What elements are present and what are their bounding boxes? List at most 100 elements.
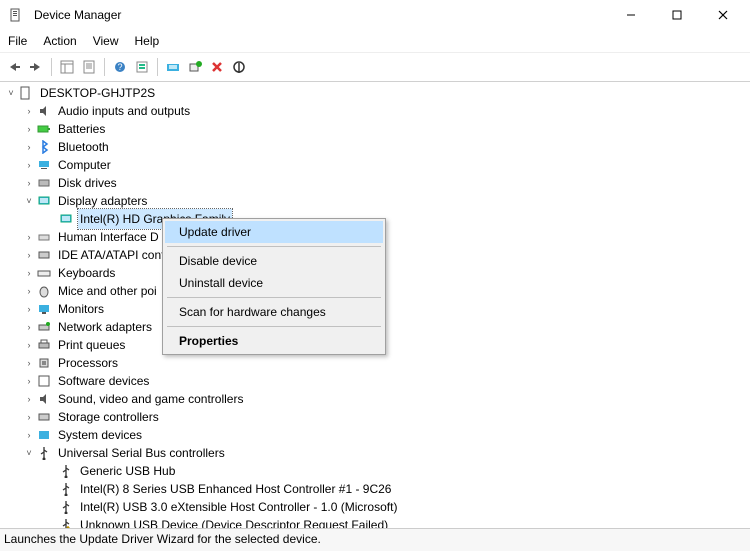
display-adapter-icon	[58, 211, 74, 227]
expander-none-icon	[44, 482, 58, 496]
toolbar: ?	[0, 53, 750, 82]
menu-view[interactable]: View	[93, 34, 119, 48]
maximize-button[interactable]	[654, 0, 700, 30]
scan-hardware-button[interactable]	[185, 57, 205, 77]
context-update-driver[interactable]: Update driver	[165, 221, 383, 243]
expander-none-icon	[44, 518, 58, 528]
computer-root-icon	[18, 85, 34, 101]
category-system[interactable]: › System devices	[4, 426, 750, 444]
tree-root[interactable]: ˅ DESKTOP-GHJTP2S	[4, 84, 750, 102]
category-audio[interactable]: › Audio inputs and outputs	[4, 102, 750, 120]
category-storage[interactable]: › Storage controllers	[4, 408, 750, 426]
category-label: Mice and other poi	[56, 281, 159, 301]
svg-text:?: ?	[117, 62, 122, 72]
category-label: IDE ATA/ATAPI cont	[56, 245, 166, 265]
category-label: Monitors	[56, 299, 106, 319]
expander-open-icon[interactable]: ˅	[22, 446, 36, 460]
expander-closed-icon[interactable]: ›	[22, 104, 36, 118]
category-computer[interactable]: › Computer	[4, 156, 750, 174]
category-label: Network adapters	[56, 317, 154, 337]
category-label: Software devices	[56, 371, 151, 391]
sound-icon	[36, 391, 52, 407]
show-hide-tree-button[interactable]	[57, 57, 77, 77]
action-tool-button[interactable]	[132, 57, 152, 77]
category-processors[interactable]: › Processors	[4, 354, 750, 372]
category-label: Bluetooth	[56, 137, 111, 157]
category-disk[interactable]: › Disk drives	[4, 174, 750, 192]
usb-warning-icon: !	[58, 517, 74, 528]
menu-action[interactable]: Action	[43, 34, 76, 48]
menu-separator	[167, 246, 381, 247]
category-label: Disk drives	[56, 173, 119, 193]
menu-separator	[167, 326, 381, 327]
menu-help[interactable]: Help	[135, 34, 160, 48]
expander-closed-icon[interactable]: ›	[22, 338, 36, 352]
expander-closed-icon[interactable]: ›	[22, 356, 36, 370]
category-label: Storage controllers	[56, 407, 161, 427]
expander-closed-icon[interactable]: ›	[22, 320, 36, 334]
software-icon	[36, 373, 52, 389]
expander-closed-icon[interactable]: ›	[22, 392, 36, 406]
uninstall-device-button[interactable]	[207, 57, 227, 77]
category-batteries[interactable]: › Batteries	[4, 120, 750, 138]
device-intel-xhci[interactable]: Intel(R) USB 3.0 eXtensible Host Control…	[4, 498, 750, 516]
category-label: Human Interface D	[56, 227, 161, 247]
category-usb[interactable]: ˅ Universal Serial Bus controllers	[4, 444, 750, 462]
mouse-icon	[36, 283, 52, 299]
device-tree[interactable]: ˅ DESKTOP-GHJTP2S › Audio inputs and out…	[0, 82, 750, 528]
bluetooth-icon	[36, 139, 52, 155]
monitor-icon	[36, 301, 52, 317]
properties-button[interactable]	[79, 57, 99, 77]
context-properties[interactable]: Properties	[165, 330, 383, 352]
window-title: Device Manager	[34, 8, 121, 22]
expander-open-icon[interactable]: ˅	[22, 194, 36, 208]
device-label: Generic USB Hub	[78, 461, 177, 481]
device-generic-usb-hub[interactable]: Generic USB Hub	[4, 462, 750, 480]
category-label: Audio inputs and outputs	[56, 101, 192, 121]
category-bluetooth[interactable]: › Bluetooth	[4, 138, 750, 156]
expander-closed-icon[interactable]: ›	[22, 428, 36, 442]
keyboard-icon	[36, 265, 52, 281]
update-driver-button[interactable]	[163, 57, 183, 77]
expander-open-icon[interactable]: ˅	[4, 86, 18, 100]
category-sound[interactable]: › Sound, video and game controllers	[4, 390, 750, 408]
expander-closed-icon[interactable]: ›	[22, 176, 36, 190]
root-label: DESKTOP-GHJTP2S	[38, 83, 157, 103]
category-label: Display adapters	[56, 191, 149, 211]
help-button[interactable]: ?	[110, 57, 130, 77]
context-scan-hardware[interactable]: Scan for hardware changes	[165, 301, 383, 323]
menu-file[interactable]: File	[8, 34, 27, 48]
usb-icon	[36, 445, 52, 461]
expander-closed-icon[interactable]: ›	[22, 374, 36, 388]
expander-closed-icon[interactable]: ›	[22, 266, 36, 280]
context-disable-device[interactable]: Disable device	[165, 250, 383, 272]
expander-closed-icon[interactable]: ›	[22, 284, 36, 298]
device-label: Intel(R) 8 Series USB Enhanced Host Cont…	[78, 479, 393, 499]
expander-closed-icon[interactable]: ›	[22, 140, 36, 154]
minimize-button[interactable]	[608, 0, 654, 30]
device-unknown-usb[interactable]: ! Unknown USB Device (Device Descriptor …	[4, 516, 750, 528]
category-label: Computer	[56, 155, 113, 175]
back-button[interactable]	[4, 57, 24, 77]
device-intel-ehci[interactable]: Intel(R) 8 Series USB Enhanced Host Cont…	[4, 480, 750, 498]
expander-closed-icon[interactable]: ›	[22, 230, 36, 244]
context-menu: Update driver Disable device Uninstall d…	[162, 218, 386, 355]
status-text: Launches the Update Driver Wizard for th…	[4, 532, 321, 546]
category-software[interactable]: › Software devices	[4, 372, 750, 390]
expander-closed-icon[interactable]: ›	[22, 302, 36, 316]
menubar: File Action View Help	[0, 30, 750, 53]
expander-closed-icon[interactable]: ›	[22, 410, 36, 424]
context-uninstall-device[interactable]: Uninstall device	[165, 272, 383, 294]
storage-icon	[36, 409, 52, 425]
close-button[interactable]	[700, 0, 746, 30]
category-display[interactable]: ˅ Display adapters	[4, 192, 750, 210]
category-label: Sound, video and game controllers	[56, 389, 245, 409]
forward-button[interactable]	[26, 57, 46, 77]
disable-device-button[interactable]	[229, 57, 249, 77]
category-label: Print queues	[56, 335, 127, 355]
expander-closed-icon[interactable]: ›	[22, 158, 36, 172]
expander-closed-icon[interactable]: ›	[22, 248, 36, 262]
expander-closed-icon[interactable]: ›	[22, 122, 36, 136]
menu-separator	[167, 297, 381, 298]
ide-icon	[36, 247, 52, 263]
